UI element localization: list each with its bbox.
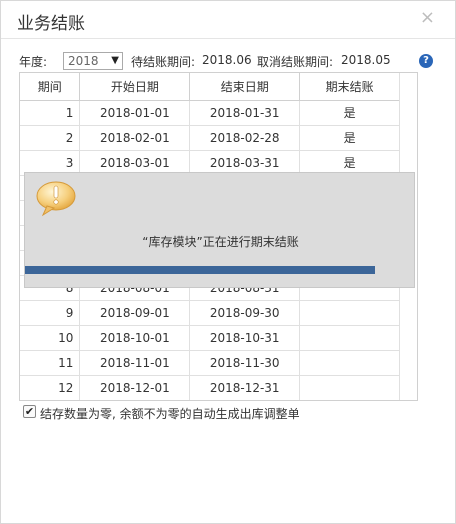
closed-cell <box>299 350 400 376</box>
cancel-period-label: 取消结账期间: <box>257 55 334 69</box>
column-header-period[interactable]: 期间 <box>20 73 81 101</box>
closing-progress-bar <box>25 266 376 274</box>
end-date-cell: 2018-01-31 <box>189 100 301 126</box>
table-row[interactable]: 2 2018-02-01 2018-02-28 是 <box>20 125 400 151</box>
period-cell: 10 <box>20 325 81 351</box>
column-header-end-date[interactable]: 结束日期 <box>189 73 301 101</box>
start-date-cell: 2018-02-01 <box>79 125 191 151</box>
start-date-cell: 2018-09-01 <box>79 300 191 326</box>
end-date-cell: 2018-09-30 <box>189 300 301 326</box>
table-row[interactable]: 9 2018-09-01 2018-09-30 <box>20 300 400 326</box>
table-row[interactable]: 11 2018-11-01 2018-11-30 <box>20 350 400 376</box>
period-cell: 1 <box>20 100 81 126</box>
auto-adjust-checkbox-label[interactable]: 结存数量为零, 余额不为零的自动生成出库调整单 <box>40 405 300 422</box>
table-header-row: 期间 开始日期 结束日期 期末结账 <box>20 73 400 101</box>
dialog-titlebar: 业务结账 × <box>1 1 455 39</box>
close-icon[interactable]: × <box>420 7 435 28</box>
period-toolbar: 年度: 2018 ▼ 待结账期间: 2018.06 取消结账期间: 2018.0… <box>19 52 439 72</box>
period-cell: 12 <box>20 375 81 400</box>
auto-adjust-checkbox[interactable]: ✔ <box>23 405 36 418</box>
close-period-dialog: 业务结账 × 年度: 2018 ▼ 待结账期间: 2018.06 取消结账期间:… <box>0 0 456 524</box>
closed-cell <box>299 375 400 400</box>
exclamation-bubble-icon <box>36 181 76 217</box>
start-date-cell: 2018-11-01 <box>79 350 191 376</box>
period-cell: 2 <box>20 125 81 151</box>
end-date-cell: 2018-10-31 <box>189 325 301 351</box>
closed-cell: 是 <box>299 100 400 126</box>
pending-period-value: 2018.06 <box>202 53 252 67</box>
closed-cell <box>299 300 400 326</box>
table-row[interactable]: 1 2018-01-01 2018-01-31 是 <box>20 100 400 126</box>
pending-period-label: 待结账期间: <box>131 55 196 69</box>
end-date-cell: 2018-12-31 <box>189 375 301 400</box>
column-header-start-date[interactable]: 开始日期 <box>79 73 191 101</box>
closing-progress-message: “库存模块”正在进行期末结账 <box>142 235 299 249</box>
period-cell: 9 <box>20 300 81 326</box>
year-select[interactable]: 2018 ▼ <box>63 52 123 70</box>
period-cell: 11 <box>20 350 81 376</box>
end-date-cell: 2018-11-30 <box>189 350 301 376</box>
closed-cell <box>299 325 400 351</box>
closed-cell: 是 <box>299 125 400 151</box>
table-row[interactable]: 10 2018-10-01 2018-10-31 <box>20 325 400 351</box>
cancel-period-value: 2018.05 <box>341 53 391 67</box>
year-select-value: 2018 <box>68 54 99 68</box>
start-date-cell: 2018-10-01 <box>79 325 191 351</box>
dialog-title: 业务结账 <box>17 14 85 34</box>
end-date-cell: 2018-02-28 <box>189 125 301 151</box>
closing-progress-overlay: “库存模块”正在进行期末结账 <box>24 172 415 288</box>
column-header-closed[interactable]: 期末结账 <box>299 73 400 101</box>
year-label: 年度: <box>19 55 48 69</box>
chevron-down-icon: ▼ <box>111 55 119 66</box>
help-icon[interactable]: ? <box>419 54 433 68</box>
start-date-cell: 2018-12-01 <box>79 375 191 400</box>
start-date-cell: 2018-01-01 <box>79 100 191 126</box>
table-row[interactable]: 12 2018-12-01 2018-12-31 <box>20 375 400 400</box>
